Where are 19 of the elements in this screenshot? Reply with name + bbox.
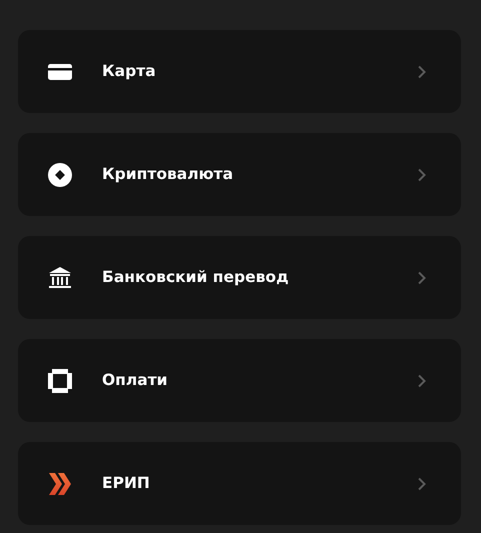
coin-icon <box>47 162 73 188</box>
payment-method-item[interactable]: Оплати <box>18 339 461 422</box>
method-label: Карта <box>102 60 157 82</box>
chevron-right-icon <box>417 476 427 490</box>
payment-method-item[interactable]: ЕРИП <box>18 442 461 525</box>
payment-method-item[interactable]: Криптовалюта <box>18 133 461 216</box>
payment-method-item[interactable]: Карта <box>18 30 461 113</box>
chevrons-icon <box>47 470 73 496</box>
method-label: Оплати <box>102 370 169 391</box>
method-label: ЕРИП <box>102 472 151 494</box>
square-frame-icon <box>47 368 73 394</box>
payment-method-item[interactable]: Банковский перевод <box>18 236 461 319</box>
chevron-right-icon <box>417 270 427 284</box>
chevron-right-icon <box>417 374 427 388</box>
bank-icon <box>47 264 73 290</box>
chevron-right-icon <box>417 168 427 182</box>
method-label: Криптовалюта <box>102 164 234 185</box>
method-label: Банковский перевод <box>102 266 290 288</box>
chevron-right-icon <box>417 64 427 78</box>
